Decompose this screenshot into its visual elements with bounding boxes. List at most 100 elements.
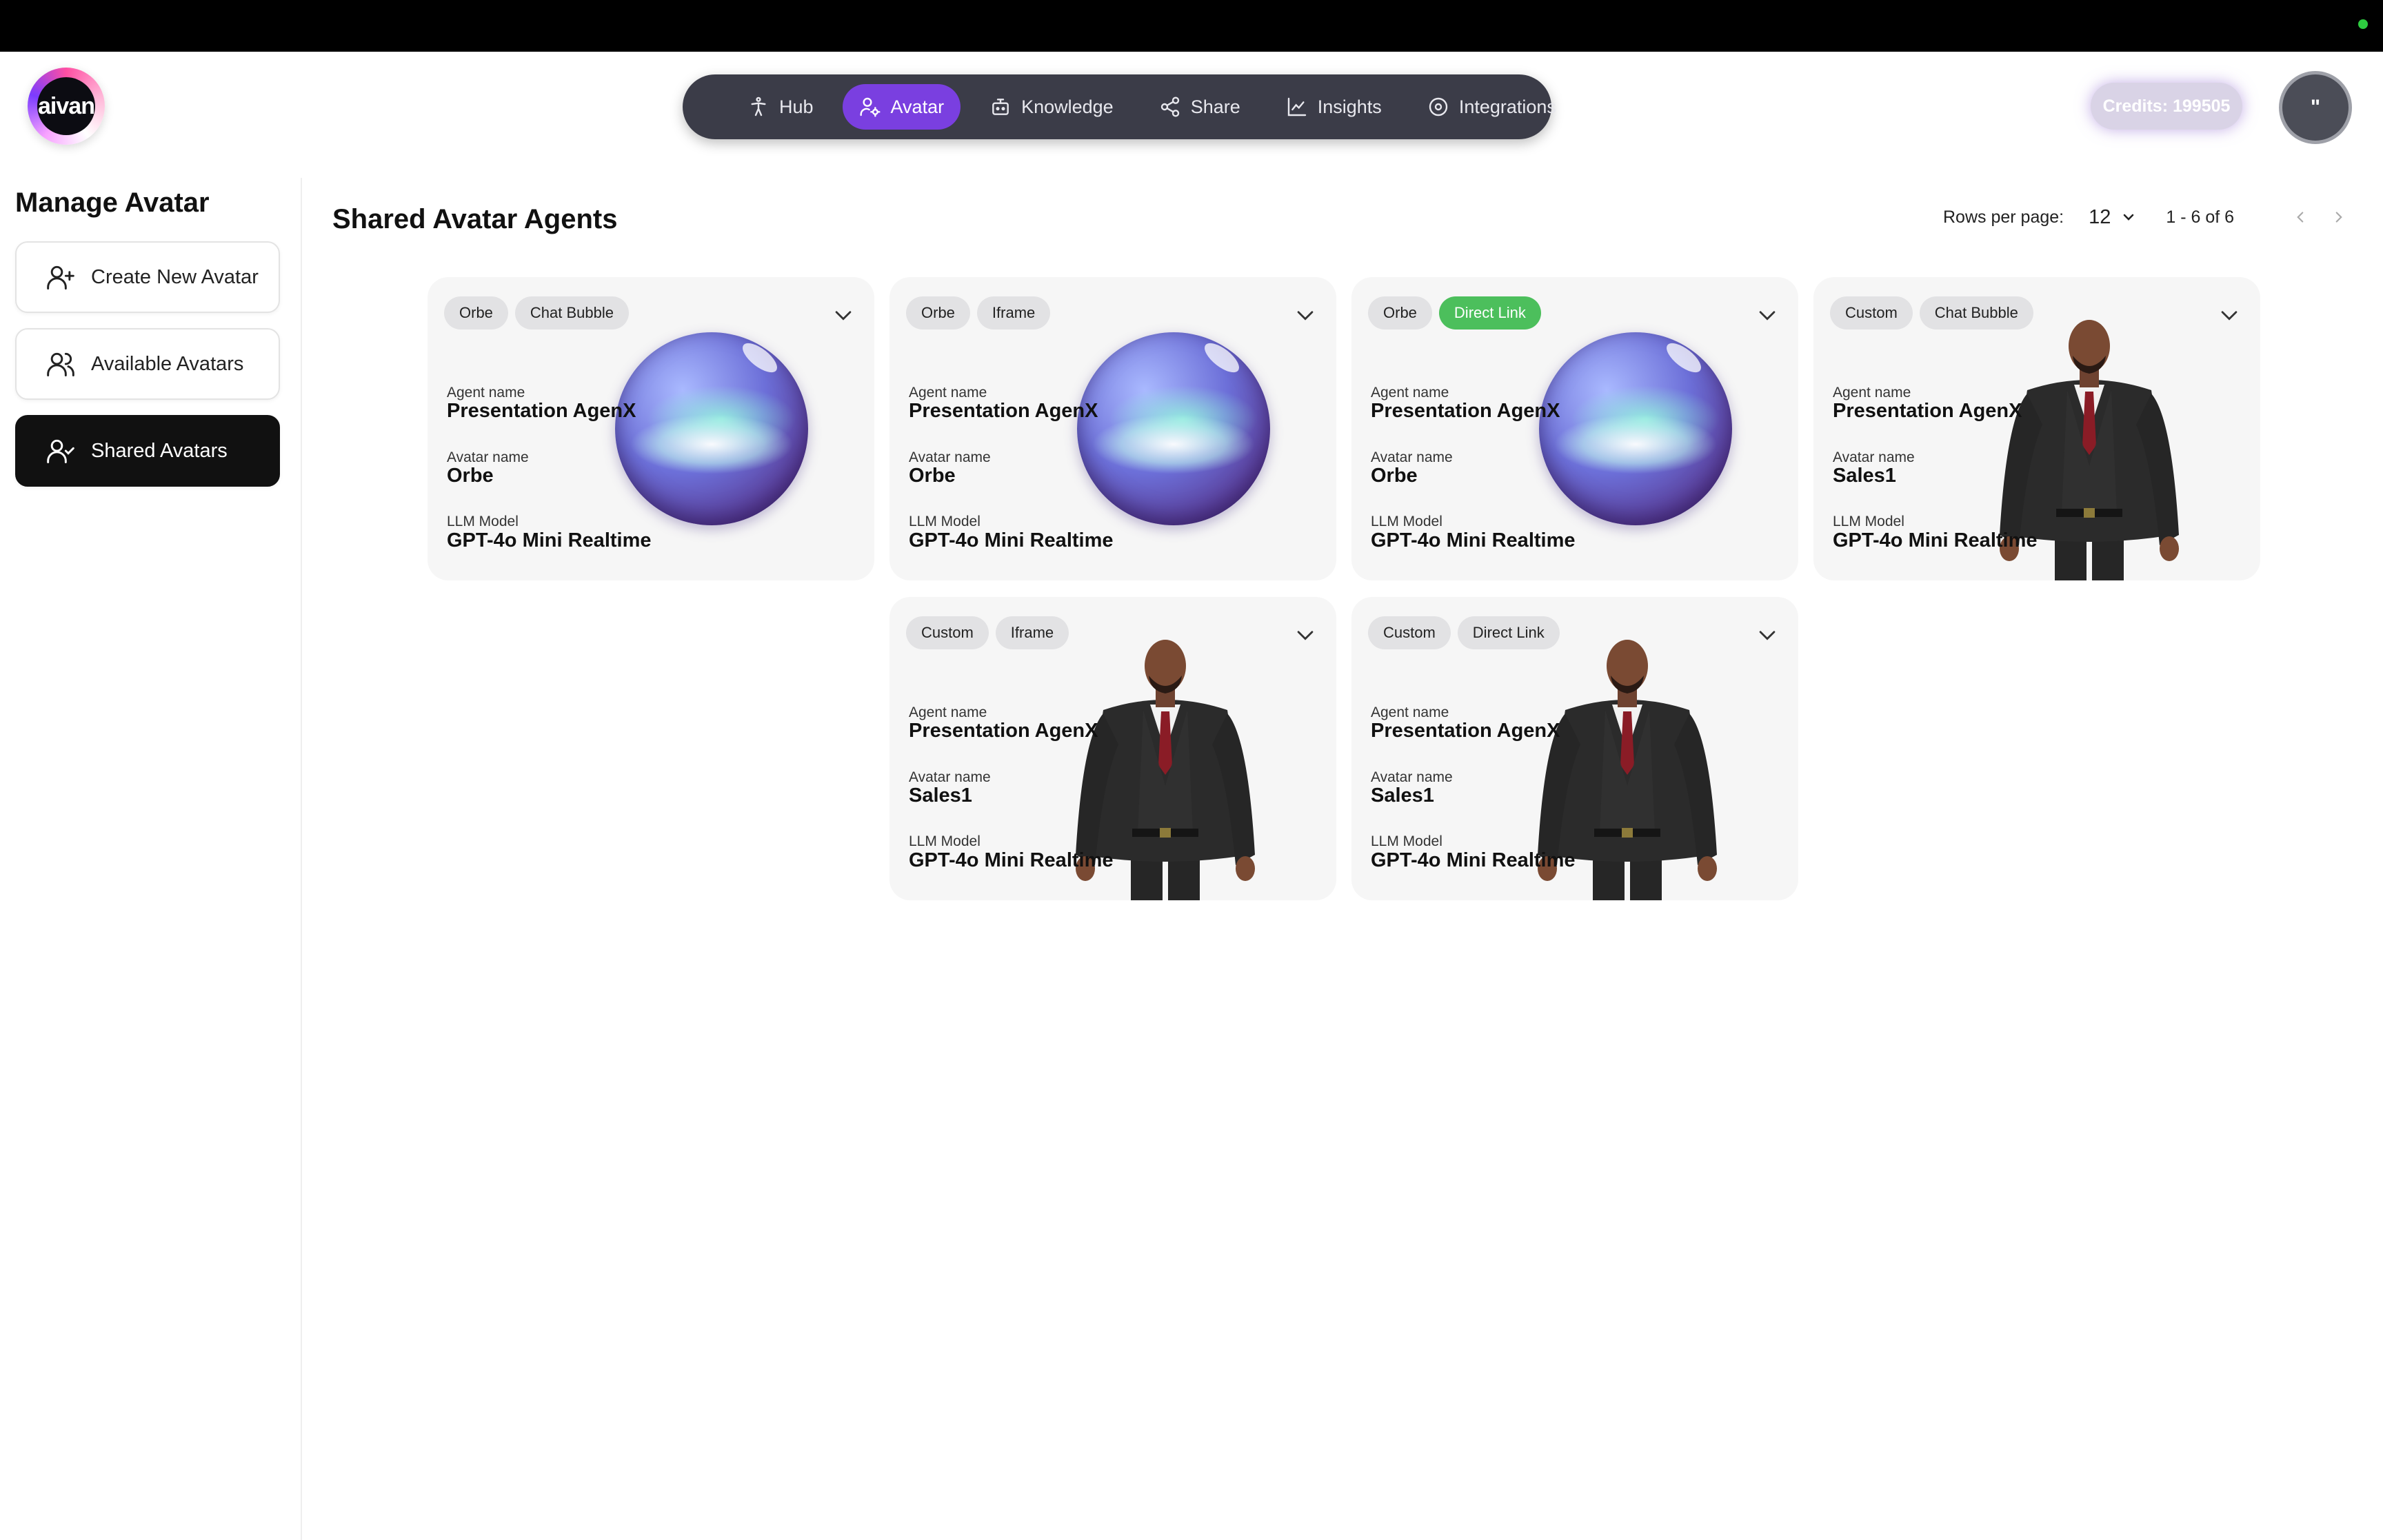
status-dot bbox=[2358, 19, 2368, 29]
share-mode-tag: Iframe bbox=[995, 616, 1069, 649]
credits-badge[interactable]: Credits: 199505 bbox=[2091, 83, 2242, 130]
page-title: Shared Avatar Agents bbox=[332, 204, 618, 234]
sidebar-item-create-new-avatar[interactable]: Create New Avatar bbox=[15, 241, 280, 313]
agent-card[interactable]: Custom Direct Link Agent name Presentation … bbox=[1351, 597, 1798, 900]
chevron-down-icon bbox=[2124, 214, 2134, 221]
chevron-down-icon[interactable] bbox=[1294, 303, 1317, 327]
agent-card[interactable]: Orbe Chat Bubble Agent name Presentation Ag… bbox=[428, 277, 874, 580]
llm-model-label: LLM Model bbox=[1833, 514, 1904, 529]
nav-item-knowledge[interactable]: Knowledge bbox=[973, 84, 1130, 130]
card-tags: Custom Chat Bubble bbox=[1830, 296, 2033, 330]
agent-name-label: Agent name bbox=[1371, 385, 1449, 401]
share-mode-tag: Chat Bubble bbox=[1919, 296, 2033, 330]
sidebar-item-shared-avatars[interactable]: Shared Avatars bbox=[15, 415, 280, 487]
nav-item-insights[interactable]: Insights bbox=[1269, 84, 1398, 130]
avatar-name-label: Avatar name bbox=[909, 449, 991, 465]
logo-text: aivan bbox=[38, 92, 95, 119]
llm-model-label: LLM Model bbox=[1371, 514, 1442, 529]
user-check-icon bbox=[47, 439, 74, 463]
chevron-down-icon[interactable] bbox=[832, 303, 855, 327]
nav-item-avatar[interactable]: Avatar bbox=[842, 84, 961, 130]
avatar[interactable]: " bbox=[2279, 71, 2352, 144]
prev-page-button[interactable] bbox=[2286, 203, 2314, 231]
sidebar: Manage Avatar Create New Avatar Availabl… bbox=[0, 178, 302, 1540]
avatar-type-tag: Custom bbox=[1830, 296, 1913, 330]
agent-card[interactable]: Orbe Direct Link Agent name Presentation Ag… bbox=[1351, 277, 1798, 580]
app-logo[interactable]: aivan bbox=[28, 68, 105, 145]
llm-model-value: GPT-4o Mini Realtime bbox=[909, 849, 1114, 871]
orb-avatar-image bbox=[615, 332, 808, 525]
avatar-name-label: Avatar name bbox=[447, 449, 529, 465]
llm-model-value: GPT-4o Mini Realtime bbox=[1371, 849, 1576, 871]
rows-per-page-select[interactable]: 12 bbox=[2089, 206, 2137, 229]
agent-name-value: Presentation AgenX bbox=[909, 400, 1098, 422]
agent-name-value: Presentation AgenX bbox=[1371, 400, 1560, 422]
nav-label: Avatar bbox=[890, 96, 945, 117]
avatar-type-tag: Orbe bbox=[1368, 296, 1432, 330]
agent-card[interactable]: Orbe Iframe Agent name Presentation AgenX Av… bbox=[889, 277, 1336, 580]
avatar-type-tag: Orbe bbox=[906, 296, 970, 330]
avatar-name-value: Orbe bbox=[447, 465, 494, 487]
agent-card[interactable]: Custom Iframe Agent name Presentation AgenX… bbox=[889, 597, 1336, 900]
nav-item-hub[interactable]: Hub bbox=[731, 84, 830, 130]
user-plus-icon bbox=[47, 265, 74, 290]
share-mode-tag: Direct Link bbox=[1457, 616, 1560, 649]
share-icon bbox=[1160, 97, 1179, 117]
page-range: 1 - 6 of 6 bbox=[2166, 207, 2235, 227]
users-icon bbox=[47, 352, 74, 376]
chevron-down-icon[interactable] bbox=[2218, 303, 2241, 327]
chevron-down-icon[interactable] bbox=[1756, 303, 1779, 327]
avatar-name-value: Sales1 bbox=[1371, 784, 1434, 807]
card-tags: Custom Iframe bbox=[906, 616, 1069, 649]
nav-label: Integrations bbox=[1458, 96, 1556, 117]
chevron-down-icon[interactable] bbox=[1294, 623, 1317, 647]
avatar-name-label: Avatar name bbox=[909, 769, 991, 785]
llm-model-value: GPT-4o Mini Realtime bbox=[1371, 529, 1576, 551]
sidebar-item-label: Create New Avatar bbox=[91, 265, 259, 288]
agent-name-label: Agent name bbox=[447, 385, 525, 401]
sidebar-title: Manage Avatar bbox=[15, 188, 210, 218]
nav-label: Insights bbox=[1317, 96, 1382, 117]
llm-model-label: LLM Model bbox=[447, 514, 519, 529]
nav-item-share[interactable]: Share bbox=[1143, 84, 1257, 130]
nav-label: Hub bbox=[779, 96, 814, 117]
agent-name-value: Presentation AgenX bbox=[1833, 400, 2022, 422]
chevron-left-icon bbox=[2297, 212, 2304, 223]
rows-per-page-value: 12 bbox=[2089, 205, 2111, 228]
nav-label: Share bbox=[1190, 96, 1240, 117]
avatar-name-label: Avatar name bbox=[1371, 769, 1453, 785]
card-tags: Orbe Direct Link bbox=[1368, 296, 1541, 330]
top-bar bbox=[0, 0, 2383, 52]
agent-name-label: Agent name bbox=[1833, 385, 1911, 401]
orb-avatar-image bbox=[1539, 332, 1732, 525]
chevron-right-icon bbox=[2335, 212, 2342, 223]
main-nav: Hub Avatar Knowledge Share Insights Inte… bbox=[683, 74, 1556, 139]
integrations-icon bbox=[1429, 97, 1448, 116]
avatar-type-tag: Custom bbox=[906, 616, 989, 649]
agent-name-label: Agent name bbox=[909, 385, 987, 401]
avatar-type-tag: Orbe bbox=[444, 296, 508, 330]
chevron-down-icon[interactable] bbox=[1756, 623, 1779, 647]
llm-model-label: LLM Model bbox=[909, 833, 981, 849]
next-page-button[interactable] bbox=[2325, 203, 2353, 231]
avatar-name-label: Avatar name bbox=[1833, 449, 1915, 465]
avatar-name-value: Orbe bbox=[909, 465, 956, 487]
llm-model-value: GPT-4o Mini Realtime bbox=[909, 529, 1114, 551]
user-settings-icon bbox=[859, 97, 881, 117]
agent-name-value: Presentation AgenX bbox=[909, 720, 1098, 742]
share-mode-tag: Direct Link bbox=[1438, 296, 1541, 330]
agent-card[interactable]: Custom Chat Bubble Agent name Presentation … bbox=[1813, 277, 2260, 580]
person-icon bbox=[751, 97, 766, 116]
robot-icon bbox=[992, 99, 1009, 115]
line-chart-icon bbox=[1287, 97, 1306, 116]
nav-item-integrations[interactable]: Integrations bbox=[1411, 84, 1573, 130]
llm-model-label: LLM Model bbox=[909, 514, 981, 529]
sidebar-item-label: Available Avatars bbox=[91, 352, 244, 375]
avatar-name-label: Avatar name bbox=[1371, 449, 1453, 465]
card-tags: Custom Direct Link bbox=[1368, 616, 1560, 649]
orb-avatar-image bbox=[1077, 332, 1270, 525]
sidebar-item-available-avatars[interactable]: Available Avatars bbox=[15, 328, 280, 400]
avatar-name-value: Sales1 bbox=[1833, 465, 1896, 487]
avatar-name-value: Orbe bbox=[1371, 465, 1418, 487]
card-tags: Orbe Iframe bbox=[906, 296, 1051, 330]
